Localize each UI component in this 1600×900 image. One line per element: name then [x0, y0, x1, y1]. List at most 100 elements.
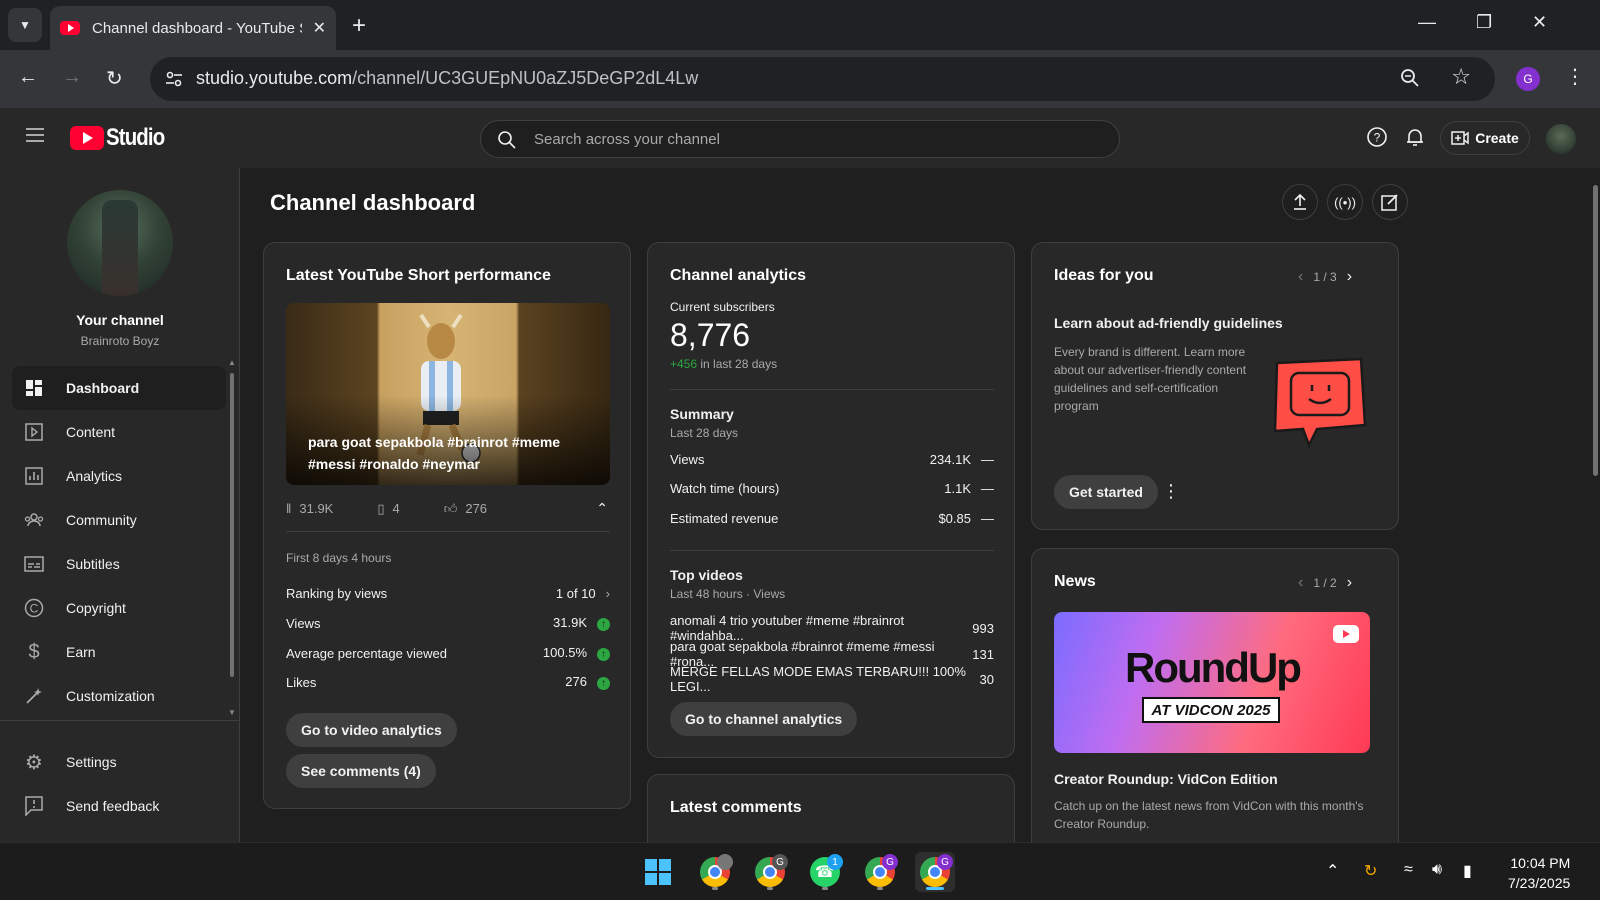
new-tab-button[interactable]: + [352, 12, 366, 40]
taskbar-chrome-profile-3[interactable]: G [860, 852, 900, 892]
studio-logo[interactable]: Studio [70, 124, 175, 152]
address-bar[interactable]: studio.youtube.com/channel/UC3GUEpNU0aZJ… [150, 57, 1495, 101]
sidebar-item-subtitles[interactable]: Subtitles [12, 542, 226, 586]
live-broadcast-icon: ((•)) [1334, 194, 1356, 210]
sidebar-divider [0, 720, 240, 721]
metric-label: Likes [286, 674, 317, 690]
top-video-row[interactable]: MERGE FELLAS MODE EMAS TERBARU!!! 100% L… [670, 664, 994, 694]
news-item-title[interactable]: Creator Roundup: VidCon Edition [1054, 771, 1278, 787]
close-tab-icon[interactable]: ✕ [313, 18, 326, 38]
taskbar-chrome-profile-2[interactable]: G [750, 852, 790, 892]
taskbar-whatsapp[interactable]: ☎ 1 [805, 852, 845, 892]
battery-icon[interactable]: ▮ [1463, 861, 1472, 881]
wifi-icon[interactable]: ≈ [1404, 861, 1413, 879]
clock-date: 7/23/2025 [1508, 875, 1571, 891]
go-to-channel-analytics-button[interactable]: Go to channel analytics [670, 702, 858, 736]
running-indicator [767, 887, 773, 890]
hamburger-menu-icon[interactable] [26, 128, 44, 142]
summary-trend: — [981, 511, 994, 526]
sidebar-item-send-feedback[interactable]: Send feedback [12, 784, 226, 828]
minimize-window-button[interactable]: — [1418, 12, 1436, 33]
edit-post-icon [1381, 194, 1398, 211]
sidebar-item-settings[interactable]: ⚙ Settings [12, 740, 226, 784]
close-window-button[interactable]: ✕ [1532, 12, 1547, 33]
vidcon-banner-text: AT VIDCON 2025 [1142, 697, 1280, 723]
news-title: News [1054, 573, 1096, 590]
summary-trend: — [981, 452, 994, 467]
sidebar-scrollbar[interactable] [230, 373, 234, 677]
chevron-left-icon[interactable]: ‹ [1298, 574, 1303, 592]
restore-window-button[interactable]: ❐ [1476, 12, 1492, 33]
sidebar-item-earn[interactable]: $ Earn [12, 630, 226, 674]
notifications-bell-icon[interactable] [1404, 126, 1426, 148]
sidebar-item-analytics[interactable]: Analytics [12, 454, 226, 498]
sidebar-item-customization[interactable]: Customization [12, 674, 226, 718]
idea-title: Learn about ad-friendly guidelines [1054, 315, 1283, 331]
latest-comments-title: Latest comments [670, 799, 802, 816]
chevron-right-icon[interactable]: › [1347, 574, 1352, 592]
sidebar-item-copyright[interactable]: C Copyright [12, 586, 226, 630]
short-thumbnail[interactable]: para goat sepakbola #brainrot #meme #mes… [286, 303, 610, 485]
summary-label: Estimated revenue [670, 511, 779, 526]
youtube-play-icon [70, 126, 104, 150]
zoom-icon[interactable] [1399, 67, 1421, 89]
youtube-favicon-icon [60, 21, 80, 35]
show-hidden-icons-chevron[interactable]: ⌃ [1326, 861, 1339, 881]
news-pager-text: 1 / 2 [1313, 576, 1337, 590]
divider [670, 389, 994, 390]
sidebar-scroll-down-arrow[interactable]: ▼ [228, 708, 236, 717]
notification-badge: 1 [827, 854, 843, 870]
short-views-value: 31.9K [299, 501, 334, 516]
collapse-chevron-up-icon[interactable]: ⌃ [596, 500, 608, 517]
see-comments-button[interactable]: See comments (4) [286, 754, 436, 788]
account-avatar[interactable] [1546, 124, 1576, 154]
sync-update-icon[interactable]: ↻ [1364, 861, 1377, 881]
main-scrollbar-thumb[interactable] [1593, 185, 1598, 476]
sidebar-item-dashboard[interactable]: Dashboard [12, 366, 226, 410]
site-info-icon[interactable] [164, 69, 184, 89]
browser-tab-active[interactable]: Channel dashboard - YouTube Studio ✕ [50, 6, 336, 50]
os-taskbar: G ☎ 1 G G ⌃ ↻ ≈ 🔊︎ ▮ 10:04 PM 7/23/2025 [0, 842, 1600, 900]
channel-name: Brainroto Boyz [80, 334, 160, 348]
news-banner-image[interactable]: RoundUp AT VIDCON 2025 [1054, 612, 1370, 753]
sidebar-bottom-nav: ⚙ Settings Send feedback [12, 740, 226, 828]
start-button[interactable] [638, 852, 678, 892]
help-icon[interactable]: ? [1366, 126, 1388, 148]
idea-body: Every brand is different. Learn more abo… [1054, 345, 1247, 413]
ranking-row[interactable]: Ranking by views 1 of 10 › [286, 586, 610, 601]
summary-row: Estimated revenue $0.85 — [670, 511, 994, 526]
forward-arrow-icon[interactable]: → [62, 66, 82, 89]
create-post-button[interactable] [1372, 184, 1408, 220]
upload-videos-button[interactable] [1282, 184, 1318, 220]
taskbar-chrome-profile-1[interactable] [695, 852, 735, 892]
browser-menu-icon[interactable]: ⋮ [1565, 64, 1585, 89]
back-arrow-icon[interactable]: ← [18, 66, 38, 89]
browser-profile-avatar[interactable]: G [1516, 67, 1540, 91]
taskbar-chrome-profile-4[interactable]: G [915, 852, 955, 892]
system-clock[interactable]: 10:04 PM 7/23/2025 [1508, 853, 1570, 893]
channel-avatar[interactable] [67, 190, 173, 296]
chevron-right-icon[interactable]: › [1347, 268, 1352, 286]
sidebar-item-community[interactable]: Community [12, 498, 226, 542]
bookmark-star-icon[interactable]: ☆ [1451, 64, 1471, 90]
sidebar-item-content[interactable]: Content [12, 410, 226, 454]
reload-icon[interactable]: ↻ [106, 66, 123, 91]
chevron-left-icon[interactable]: ‹ [1298, 268, 1303, 286]
svg-text:C: C [30, 602, 39, 616]
go-live-button[interactable]: ((•)) [1327, 184, 1363, 220]
running-indicator [822, 887, 828, 890]
create-button[interactable]: Create [1440, 121, 1530, 155]
active-indicator [926, 887, 944, 890]
studio-header: Studio Search across your channel [0, 108, 1600, 168]
tab-search-button[interactable]: ▼ [8, 8, 42, 42]
more-options-icon[interactable]: ⋮ [1162, 481, 1180, 502]
subscribers-label: Current subscribers [670, 300, 775, 314]
volume-icon[interactable]: 🔊︎ [1432, 861, 1442, 879]
go-to-video-analytics-button[interactable]: Go to video analytics [286, 713, 457, 747]
sidebar-scroll-up-arrow[interactable]: ▲ [228, 358, 236, 367]
get-started-button[interactable]: Get started [1054, 475, 1158, 509]
main-scrollbar[interactable] [1591, 168, 1600, 842]
summary-period: Last 28 days [670, 426, 739, 440]
news-card: News ‹ 1 / 2 › RoundUp AT VIDCON 2025 Cr… [1031, 548, 1399, 842]
channel-search-input[interactable]: Search across your channel [480, 120, 1120, 158]
